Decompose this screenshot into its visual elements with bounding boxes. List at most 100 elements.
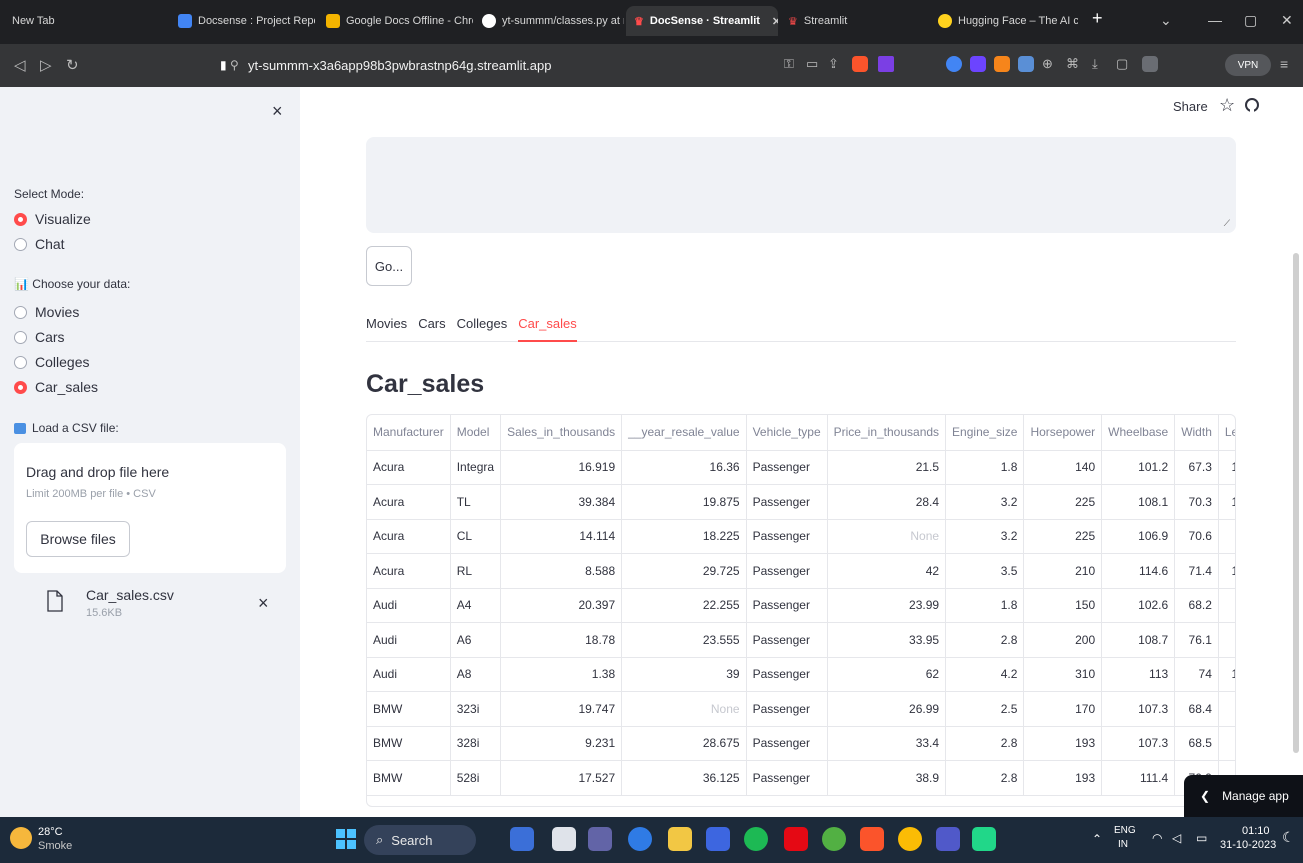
volume-icon[interactable]: ◁ [1172, 831, 1181, 845]
table-cell[interactable]: Audi [367, 588, 451, 623]
table-row[interactable]: BMW 328i 9.231 28.675 Passenger 33.4 2.8 193 107… [367, 726, 1235, 761]
table-cell[interactable]: A6 [450, 622, 502, 658]
battery-icon[interactable]: ▭ [1196, 831, 1207, 845]
table-cell[interactable]: Integra [450, 450, 502, 485]
table-cell[interactable]: 108.1 [1101, 484, 1176, 520]
table-cell[interactable]: Passenger [746, 450, 828, 485]
table-cell[interactable]: 210 [1023, 553, 1103, 589]
extensions-puzzle-icon[interactable]: ⌘ [1066, 56, 1079, 72]
minimize-button[interactable]: — [1208, 12, 1222, 28]
url-field[interactable]: yt-summm-x3a6app98b3pwbrastnp64g.streaml… [248, 58, 552, 73]
table-cell[interactable]: TL [450, 484, 502, 520]
widget-icon[interactable] [510, 827, 534, 851]
vpn-button[interactable]: VPN [1225, 54, 1271, 76]
tab-colleges[interactable]: Colleges [457, 311, 508, 342]
mode-option-chat[interactable]: Chat [14, 236, 65, 252]
close-window-button[interactable]: ✕ [1281, 12, 1293, 29]
table-cell[interactable]: 328i [450, 726, 502, 761]
table-cell[interactable]: 68.5 [1174, 726, 1219, 761]
table-cell[interactable]: 33.95 [827, 622, 947, 658]
table-cell[interactable]: 170 [1023, 691, 1103, 727]
maximize-button[interactable]: ▢ [1244, 12, 1257, 29]
table-cell[interactable]: 192 [1218, 519, 1235, 554]
table-cell[interactable]: Passenger [746, 622, 828, 658]
table-cell[interactable]: 67.3 [1174, 450, 1219, 485]
table-cell[interactable]: 16.36 [621, 450, 747, 485]
file-explorer-icon[interactable] [668, 827, 692, 851]
table-cell[interactable]: CL [450, 519, 502, 554]
sidebar-toggle-icon[interactable]: ▢ [1116, 56, 1128, 72]
table-cell[interactable]: A4 [450, 588, 502, 623]
table-cell[interactable]: 2.8 [945, 760, 1025, 796]
dataset-option-colleges[interactable]: Colleges [14, 354, 89, 370]
table-cell[interactable]: 176 [1218, 726, 1235, 761]
table-cell[interactable]: 74 [1174, 657, 1219, 692]
table-cell[interactable]: 70.3 [1174, 484, 1219, 520]
column-header[interactable]: Vehicle_type [746, 415, 828, 451]
table-cell[interactable]: 76.1 [1174, 622, 1219, 658]
wallet-icon[interactable] [1142, 56, 1158, 72]
table-cell[interactable]: 33.4 [827, 726, 947, 761]
table-cell[interactable]: 18.225 [621, 519, 747, 554]
table-row[interactable]: BMW 528i 17.527 36.125 Passenger 38.9 2.8 193 11… [367, 760, 1235, 796]
table-cell[interactable]: 14.114 [500, 519, 623, 554]
table-cell[interactable]: 106.9 [1101, 519, 1176, 554]
new-tab-button[interactable]: + [1092, 8, 1103, 29]
star-icon[interactable]: ☆ [1219, 95, 1235, 116]
column-header[interactable]: __year_resale_value [621, 415, 747, 451]
table-cell[interactable]: 20.397 [500, 588, 623, 623]
forward-icon[interactable]: ▷ [40, 56, 52, 74]
table-cell[interactable]: 16.919 [500, 450, 623, 485]
column-header[interactable]: Horsepower [1023, 415, 1103, 451]
dataset-option-movies[interactable]: Movies [14, 304, 79, 320]
cast-icon[interactable]: ▭ [806, 56, 818, 72]
table-cell[interactable]: 198.2 [1218, 657, 1235, 692]
table-cell[interactable]: 101.2 [1101, 450, 1176, 485]
table-cell[interactable]: Passenger [746, 519, 828, 554]
table-cell[interactable]: 107.3 [1101, 691, 1176, 727]
language-bottom[interactable]: IN [1118, 839, 1128, 850]
table-cell[interactable]: 38.9 [827, 760, 947, 796]
download-icon[interactable]: ⤓ [1092, 56, 1098, 72]
table-cell[interactable]: 225 [1023, 519, 1103, 554]
column-header[interactable]: Manufacturer [367, 415, 451, 451]
table-cell[interactable]: 196.6 [1218, 553, 1235, 589]
table-cell[interactable]: 23.555 [621, 622, 747, 658]
table-cell[interactable]: 150 [1023, 588, 1103, 623]
table-cell[interactable]: 21.5 [827, 450, 947, 485]
question-textarea[interactable]: ⟋ [366, 137, 1236, 233]
table-cell[interactable]: 68.4 [1174, 691, 1219, 727]
table-cell[interactable]: 192.9 [1218, 484, 1235, 520]
table-cell[interactable]: Acura [367, 519, 451, 554]
table-cell[interactable]: 2.8 [945, 726, 1025, 761]
table-cell[interactable]: 102.6 [1101, 588, 1176, 623]
table-cell[interactable]: Acura [367, 450, 451, 485]
teams-icon[interactable] [936, 827, 960, 851]
table-cell[interactable]: 172.4 [1218, 450, 1235, 485]
table-cell[interactable]: 3.2 [945, 519, 1025, 554]
share-button[interactable]: Share [1173, 99, 1208, 114]
windows-start-icon[interactable] [336, 829, 356, 849]
table-cell[interactable]: BMW [367, 691, 451, 727]
extension-icon[interactable] [946, 56, 962, 72]
column-header[interactable]: Width [1174, 415, 1219, 451]
clock-date[interactable]: 31-10-2023 [1220, 839, 1276, 851]
tab-streamlit[interactable]: ♛ Streamlit [780, 6, 928, 36]
key-icon[interactable]: ⚿ [784, 56, 794, 72]
table-cell[interactable]: 22.255 [621, 588, 747, 623]
column-header[interactable]: Price_in_thousands [827, 415, 947, 451]
table-cell[interactable]: 18.78 [500, 622, 623, 658]
table-cell[interactable]: BMW [367, 760, 451, 796]
dataset-option-car-sales[interactable]: Car_sales [14, 379, 98, 395]
language-top[interactable]: ENG [1114, 825, 1136, 836]
table-row[interactable]: Audi A6 18.78 23.555 Passenger 33.95 2.8 200 108… [367, 622, 1235, 658]
netflix-icon[interactable] [784, 827, 808, 851]
chrome-icon[interactable] [898, 827, 922, 851]
table-cell[interactable]: 28.675 [621, 726, 747, 761]
table-cell[interactable]: Acura [367, 553, 451, 589]
github-icon[interactable] [1244, 97, 1260, 113]
task-view-icon[interactable] [552, 827, 576, 851]
tab-docsense-streamlit[interactable]: ♛ DocSense · Streamlit ✕ [626, 6, 778, 36]
close-sidebar-button[interactable]: × [272, 101, 283, 122]
tab-github[interactable]: yt-summm/classes.py at ma [474, 6, 624, 36]
